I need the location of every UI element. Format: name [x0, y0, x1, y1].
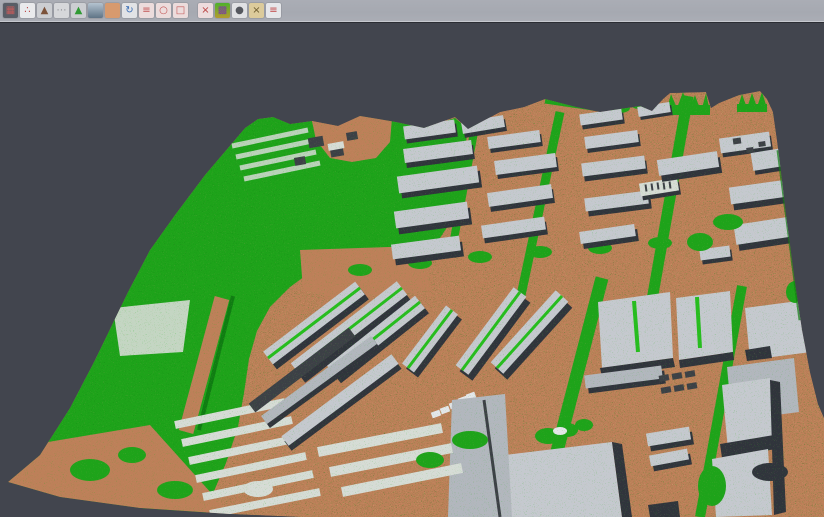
- class-crop-icon[interactable]: ×: [249, 3, 264, 18]
- rotate-view-icon[interactable]: ↻: [122, 3, 137, 18]
- application-window: ▦∴▲⋯▲↻≡○□×▩●×≡: [0, 0, 824, 517]
- sparse-cloud-icon[interactable]: ⋯: [54, 3, 69, 18]
- viewport-3d[interactable]: [0, 23, 824, 517]
- delete-selection-icon[interactable]: ×: [198, 3, 213, 18]
- remove-points-icon[interactable]: ≡: [266, 3, 281, 18]
- dem-terrain-icon[interactable]: ▲: [37, 3, 52, 18]
- render-options-icon[interactable]: ▦: [3, 3, 18, 18]
- orthophoto-icon[interactable]: [105, 3, 120, 18]
- sphere-tool-icon[interactable]: ●: [232, 3, 247, 18]
- point-cloud-scene[interactable]: [0, 23, 824, 517]
- profile-view-icon[interactable]: [88, 3, 103, 18]
- classification-palette-icon[interactable]: ▩: [215, 3, 230, 18]
- toolbar-separator: [190, 3, 198, 18]
- rect-select-icon[interactable]: □: [173, 3, 188, 18]
- circle-select-icon[interactable]: ○: [156, 3, 171, 18]
- classified-terrain-icon[interactable]: ▲: [71, 3, 86, 18]
- pick-points-icon[interactable]: ∴: [20, 3, 35, 18]
- terrain-point-cloud: [0, 85, 824, 517]
- measure-lines-icon[interactable]: ≡: [139, 3, 154, 18]
- toolbar: ▦∴▲⋯▲↻≡○□×▩●×≡: [0, 0, 824, 22]
